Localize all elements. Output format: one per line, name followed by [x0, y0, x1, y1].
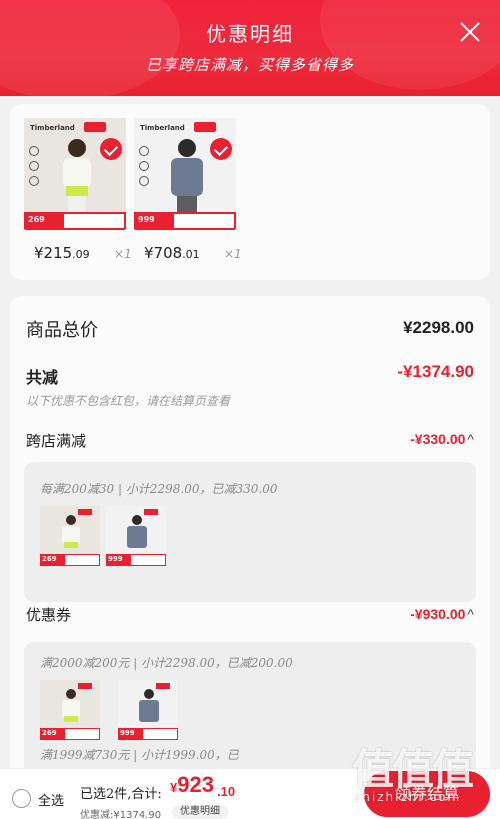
header: 优惠明细 已享跨店满减，买得多省得多	[0, 0, 500, 96]
product-quantity: ×1	[224, 247, 242, 261]
model-photo	[63, 139, 91, 214]
discount-detail-button[interactable]: 优惠明细	[172, 805, 228, 819]
product-mini-thumbnail: 269	[40, 506, 100, 566]
discount-breakdown-card: 商品总价 ¥2298.00 共减 -¥1374.90 以下优惠不包含红包，请在结…	[10, 296, 490, 816]
brand-logo: Timberland	[140, 124, 185, 132]
selected-summary: 已选2件,合计:	[80, 787, 162, 802]
product-thumbnail[interactable]: Timberland 269	[24, 118, 126, 230]
brand-logo: Timberland	[30, 124, 75, 132]
cross-store-detail: 每满200减30 | 小计2298.00，已减330.00 269 999	[24, 462, 476, 602]
coupon-toggle[interactable]: -¥930.00 ^	[410, 606, 474, 622]
close-icon[interactable]	[458, 20, 482, 44]
select-all-radio[interactable]	[12, 789, 31, 808]
cross-store-value: -¥330.00	[410, 431, 466, 447]
coupon-label: 优惠券	[26, 606, 72, 624]
products-card: Timberland 269 Timberland 999 ¥215.09 ×1…	[10, 104, 490, 280]
reduce-label: 共减	[26, 368, 59, 387]
product-mini-thumbnail: 269	[40, 680, 100, 740]
selected-check-icon	[210, 138, 232, 160]
product-mini-thumbnail: 999	[106, 506, 166, 566]
total-label: 商品总价	[26, 320, 98, 341]
product-price: ¥708.01	[144, 244, 200, 262]
feature-icons	[139, 146, 149, 191]
discount-note: 以下优惠不包含红包，请在结算页查看	[26, 394, 231, 408]
selected-check-icon	[100, 138, 122, 160]
coupon-value: -¥930.00	[410, 606, 466, 622]
price-banner: 269	[24, 212, 126, 230]
product-thumbnail[interactable]: Timberland 999	[134, 118, 236, 230]
chevron-up-icon: ^	[467, 431, 474, 447]
promo-tag	[194, 122, 216, 132]
promo-tag	[84, 122, 106, 132]
product-price: ¥215.09	[34, 244, 90, 262]
thumb-price: 999	[138, 215, 155, 224]
pay-amount-decimal: .10	[217, 784, 236, 799]
product-quantity: ×1	[114, 247, 132, 261]
page-title: 优惠明细	[206, 22, 294, 46]
thumb-price: 269	[28, 215, 45, 224]
checkout-bar: 全选 已选2件,合计: ¥923 .10 优惠减:¥1374.90 优惠明细 领…	[0, 768, 500, 819]
coupon-rule: 满2000减200元 | 小计2298.00，已减200.00	[40, 656, 293, 670]
page-subtitle: 已享跨店满减，买得多省得多	[145, 56, 354, 74]
chevron-up-icon: ^	[467, 606, 474, 622]
pay-amount: ¥923	[170, 772, 214, 797]
price-banner: 999	[134, 212, 236, 230]
model-photo	[171, 139, 203, 214]
product-mini-thumbnail: 999	[118, 680, 178, 740]
select-all-label[interactable]: 全选	[38, 790, 64, 809]
feature-icons	[29, 146, 39, 191]
checkout-button[interactable]: 领券结算	[364, 771, 490, 817]
total-value: ¥2298.00	[403, 318, 474, 337]
reduce-value: -¥1374.90	[397, 362, 474, 381]
discount-summary: 优惠减:¥1374.90	[80, 810, 162, 819]
cross-store-rule: 每满200减30 | 小计2298.00，已减330.00	[40, 482, 278, 496]
cross-store-toggle[interactable]: -¥330.00 ^	[410, 431, 474, 447]
coupon-rule: 满1999减730元 | 小计1999.00，已	[40, 748, 239, 762]
cross-store-label: 跨店满减	[26, 432, 87, 450]
